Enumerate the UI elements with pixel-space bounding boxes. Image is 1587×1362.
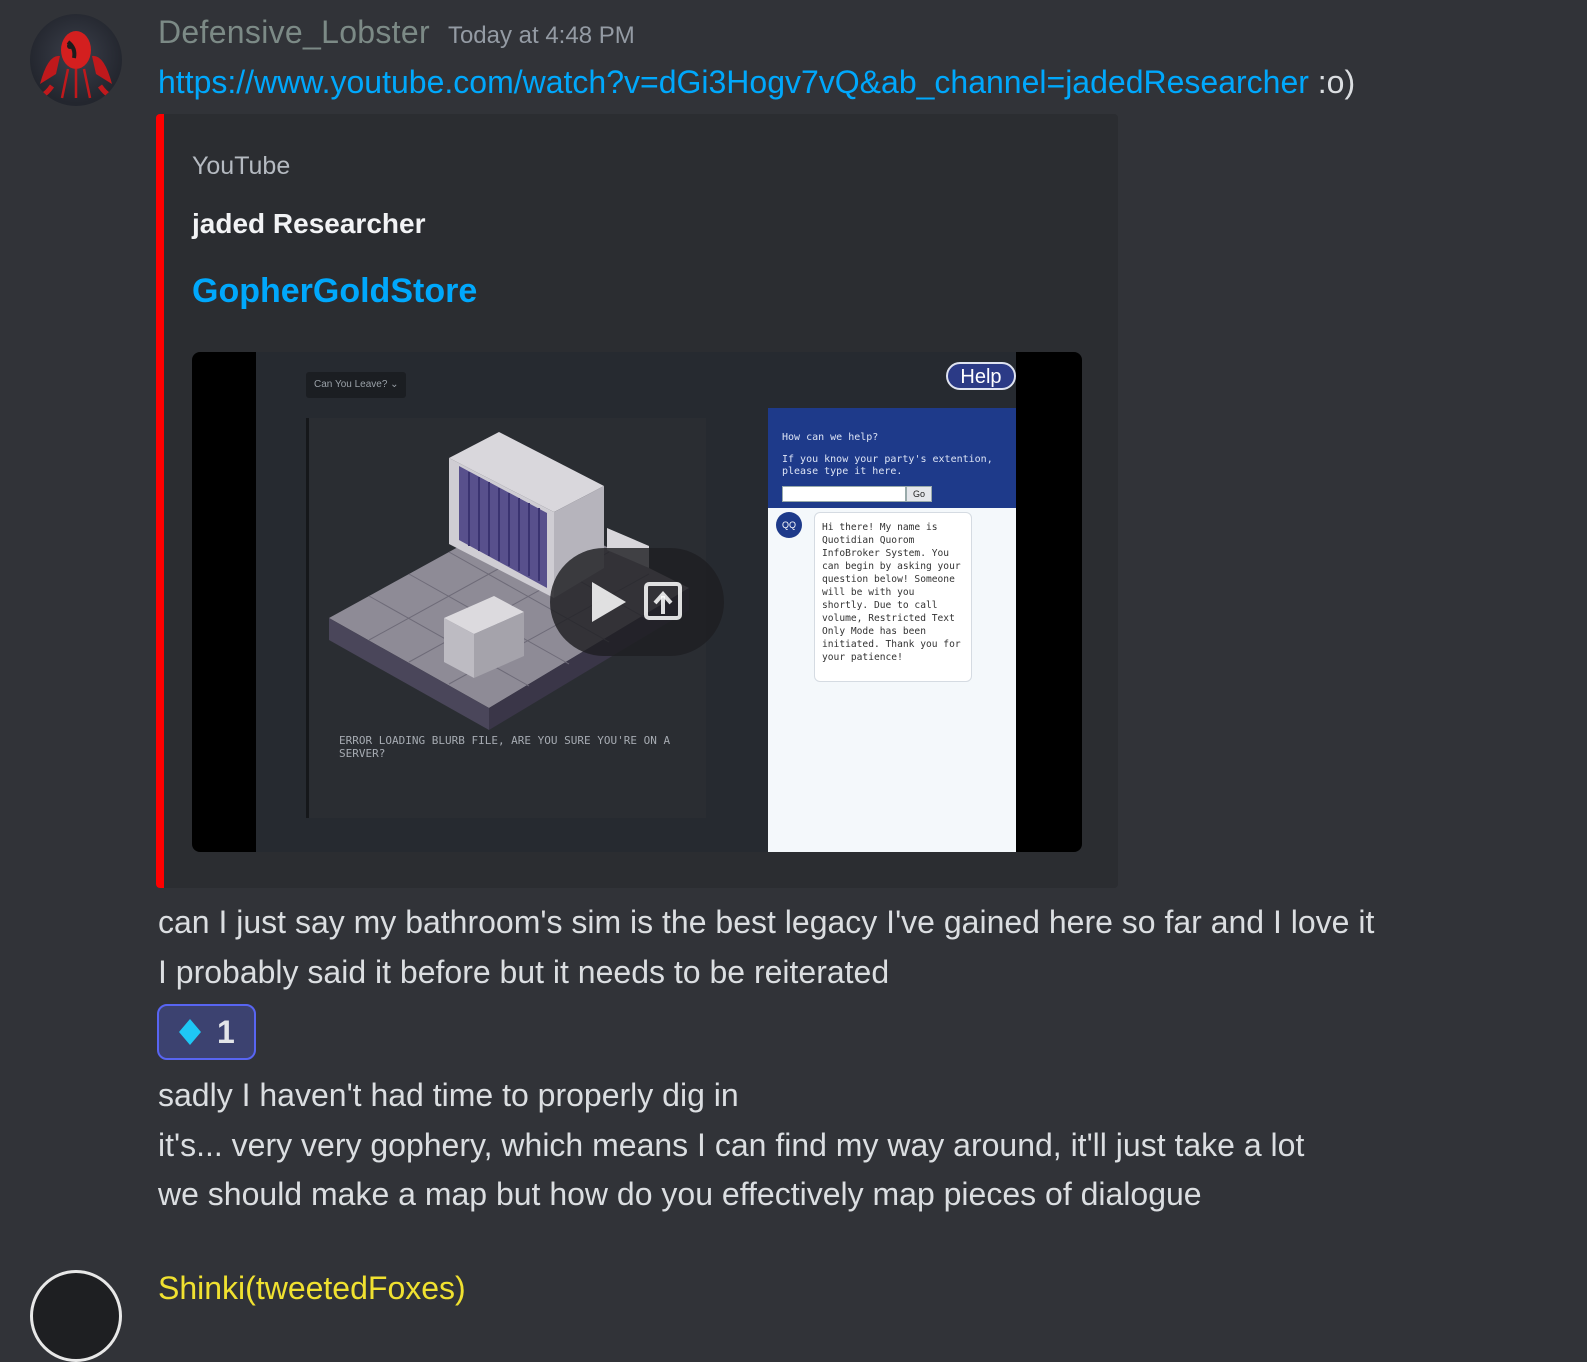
message-text-line: can I just say my bathroom's sim is the …	[158, 904, 1375, 940]
thumbnail-chat-panel: How can we help? If you know your party'…	[768, 408, 1016, 852]
open-external-icon	[644, 582, 682, 620]
embed-author[interactable]: jaded Researcher	[192, 208, 425, 240]
thumbnail-help-button: Help	[946, 362, 1016, 390]
thumbnail-chat-go: Go	[906, 486, 932, 502]
thumbnail-dropdown-label: Can You Leave?	[314, 379, 388, 390]
embed-provider[interactable]: YouTube	[192, 152, 290, 181]
reaction-count: 1	[217, 1013, 235, 1050]
timestamp[interactable]: Today at 4:48 PM	[448, 22, 635, 50]
next-avatar[interactable]	[30, 1270, 122, 1362]
link-suffix-text: :o)	[1308, 64, 1356, 100]
message-link-line: https://www.youtube.com/watch?v=dGi3Hogv…	[158, 64, 1355, 101]
thumbnail-error-text: ERROR LOADING BLURB FILE, ARE YOU SURE Y…	[339, 734, 671, 760]
video-thumbnail[interactable]: Can You Leave? ⌄ ERROR LOADING BLURB FIL…	[192, 352, 1082, 852]
thumbnail-chat-badge: QQ	[776, 512, 802, 538]
play-icon	[592, 582, 626, 622]
next-username[interactable]: Shinki(tweetedFoxes)	[158, 1270, 466, 1307]
youtube-link[interactable]: https://www.youtube.com/watch?v=dGi3Hogv…	[158, 64, 1309, 100]
message-text-line: it's... very very gophery, which means I…	[158, 1127, 1305, 1163]
avatar[interactable]	[30, 14, 122, 106]
username[interactable]: Defensive_Lobster	[158, 14, 430, 51]
message-text-line: sadly I haven't had time to properly dig…	[158, 1077, 739, 1113]
thumbnail-chat-prompt: If you know your party's extention, plea…	[782, 454, 993, 477]
diamond-icon	[179, 1019, 201, 1045]
thumbnail-chat-bubble: Hi there! My name is Quotidian Quorom In…	[814, 512, 972, 682]
thumbnail-dropdown: Can You Leave? ⌄	[306, 372, 406, 398]
reaction-button[interactable]: 1	[157, 1004, 256, 1060]
play-controls-icons	[592, 582, 682, 622]
message-text-line: we should make a map but how do you effe…	[158, 1176, 1202, 1212]
lobster-avatar-icon	[34, 31, 118, 99]
message-header: Defensive_Lobster Today at 4:48 PM	[158, 14, 635, 58]
embed-title[interactable]: GopherGoldStore	[192, 272, 477, 311]
message-text-line: I probably said it before but it needs t…	[158, 954, 890, 990]
youtube-embed: YouTube jaded Researcher GopherGoldStore…	[156, 114, 1118, 888]
play-overlay-button[interactable]	[550, 548, 724, 656]
thumbnail-chat-input	[782, 486, 906, 502]
thumbnail-chat-question: How can we help?	[782, 432, 879, 443]
